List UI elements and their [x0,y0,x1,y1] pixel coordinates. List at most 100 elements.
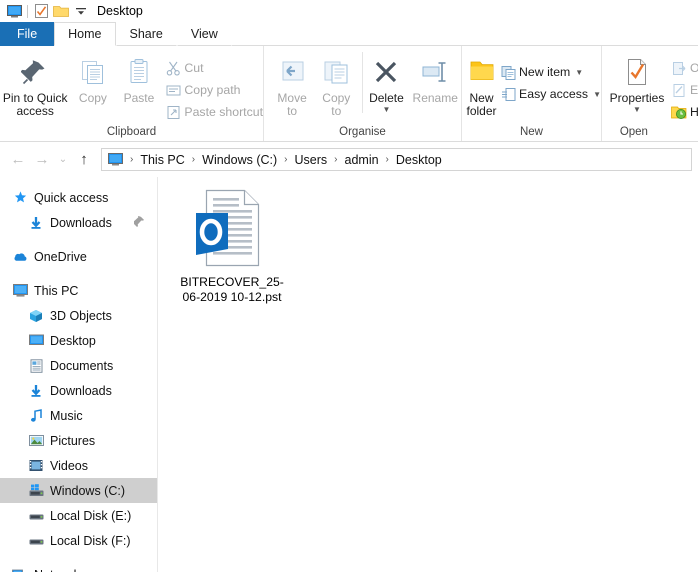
easy-access-dropdown-caret-icon[interactable]: ▼ [593,90,601,99]
tab-share[interactable]: Share [115,22,177,46]
navigation-pane[interactable]: Quick access Downloads OneDrive This PC … [0,177,158,572]
window-title: Desktop [97,4,143,18]
breadcrumb-separator: › [385,154,389,165]
breadcrumb-item-admin[interactable]: admin [343,153,381,167]
properties-dropdown-caret-icon[interactable]: ▼ [633,106,641,114]
breadcrumb-item-desktop[interactable]: Desktop [394,153,444,167]
copy-button-label: Copy [78,91,107,105]
sidebar-item-local-disk-f[interactable]: Local Disk (F:) [0,528,157,553]
sidebar-item-3d-objects[interactable]: 3D Objects [0,303,157,328]
sidebar-item-network[interactable]: Network [0,562,157,572]
pin-icon [21,55,49,89]
move-to-button[interactable]: Move to [270,52,314,118]
tab-home[interactable]: Home [54,22,116,46]
sidebar-item-downloads[interactable]: Downloads [0,378,157,403]
sidebar-item-local-disk-e[interactable]: Local Disk (E:) [0,503,157,528]
sidebar-item-pictures[interactable]: Pictures [0,428,157,453]
sidebar-item-desktop[interactable]: Desktop [0,328,157,353]
sidebar-item-3d-objects-label: 3D Objects [50,308,112,323]
sidebar-item-documents[interactable]: Documents [0,353,157,378]
properties-button-label: Properties [609,91,665,105]
edit-icon [668,83,690,98]
cut-button[interactable]: Cut [162,57,263,79]
copy-path-button-label: Copy path [184,83,241,97]
list-item[interactable]: BITRECOVER_25-06-2019 10-12.pst [178,187,286,305]
ribbon-group-open: Properties ▼ Op [602,46,698,141]
drive-icon [26,510,46,521]
easy-access-button-label: Easy access [519,87,589,101]
sidebar-item-documents-label: Documents [50,358,114,373]
back-button[interactable]: ← [6,148,30,172]
pin-to-quick-access-button[interactable]: Pin to Quick access [0,52,70,118]
sidebar-item-this-pc[interactable]: This PC [0,278,157,303]
new-item-button[interactable]: New item ▼ [497,61,601,83]
properties-button[interactable]: Properties ▼ [606,52,668,114]
onedrive-icon [10,251,30,263]
forward-button[interactable]: → [30,148,54,172]
copy-path-button[interactable]: Copy path [162,79,263,101]
sidebar-item-this-pc-label: This PC [34,283,79,298]
pin-icon[interactable] [131,215,157,230]
new-folder-icon[interactable] [51,2,71,20]
rename-button[interactable]: Rename [409,52,461,105]
recent-locations-button[interactable]: ⌄ [54,148,72,172]
file-explorer-window: Desktop File Home Share View Pin to Quic… [0,0,698,572]
breadcrumb-separator: › [191,154,196,165]
this-pc-icon[interactable] [4,2,24,20]
copy-to-icon [321,55,351,89]
tab-view[interactable]: View [176,22,232,46]
sidebar-item-onedrive-label: OneDrive [34,249,87,264]
ribbon-group-clipboard: Pin to Quick access Copy Paste Cut Copy … [0,46,264,141]
title-bar: Desktop [0,0,698,22]
breadcrumb-separator: › [334,154,338,165]
sidebar-item-music[interactable]: Music [0,403,157,428]
delete-button[interactable]: Delete ▼ [362,52,409,114]
sidebar-item-videos[interactable]: Videos [0,453,157,478]
new-item-dropdown-caret-icon[interactable]: ▼ [575,68,583,77]
breadcrumb-item-windows-c[interactable]: Windows (C:) [200,153,279,167]
paste-shortcut-button[interactable]: Paste shortcut [162,101,263,123]
copy-button[interactable]: Copy [70,52,115,105]
music-icon [26,408,46,423]
ribbon-group-open-label: Open [619,126,648,138]
new-folder-button[interactable]: New folder [466,52,497,118]
list-item-label: BITRECOVER_25-06-2019 10-12.pst [180,275,284,304]
sidebar-item-pictures-label: Pictures [50,433,96,448]
sidebar-item-windows-c[interactable]: Windows (C:) [0,478,157,503]
copy-to-button[interactable]: Copy to [314,52,358,118]
easy-access-button[interactable]: Easy access ▼ [497,83,601,105]
breadcrumb-item-users[interactable]: Users [293,153,330,167]
new-item-button-label: New item [519,65,571,79]
delete-dropdown-caret-icon[interactable]: ▼ [382,106,390,114]
history-button[interactable]: His [668,101,698,123]
breadcrumb-item-this-pc[interactable]: This PC [138,153,186,167]
this-pc-icon[interactable] [106,153,125,166]
desktop-icon [26,334,46,347]
customize-qat-icon[interactable] [71,2,91,20]
easy-access-icon [497,87,519,102]
downloads-icon [26,216,46,230]
breadcrumb[interactable]: › This PC › Windows (C:) › Users › admin… [101,148,692,171]
sidebar-item-downloads-quick[interactable]: Downloads [0,210,157,235]
ribbon-group-organise-label: Organise [339,126,386,138]
paste-button-label: Paste [123,91,155,105]
sidebar-item-local-disk-e-label: Local Disk (E:) [50,508,132,523]
tab-file[interactable]: File [0,22,55,46]
windows-drive-icon [26,484,46,497]
properties-icon[interactable] [31,2,51,20]
scissors-icon [162,61,184,76]
sidebar-item-quick-access[interactable]: Quick access [0,185,157,210]
delete-button-label: Delete [369,91,404,105]
open-button[interactable]: Op [668,57,698,79]
properties-icon [624,55,650,89]
file-list-view[interactable]: BITRECOVER_25-06-2019 10-12.pst [158,177,698,572]
sidebar-item-onedrive[interactable]: OneDrive [0,244,157,269]
edit-button[interactable]: Edi [668,79,698,101]
sidebar-item-downloads-quick-label: Downloads [50,215,112,230]
pin-to-quick-access-label-line2: access [16,104,54,118]
ribbon-group-new: New folder New item ▼ Easy access ▼ New [462,46,602,141]
paste-button[interactable]: Paste [115,52,162,105]
up-button[interactable]: ↑ [72,148,96,172]
